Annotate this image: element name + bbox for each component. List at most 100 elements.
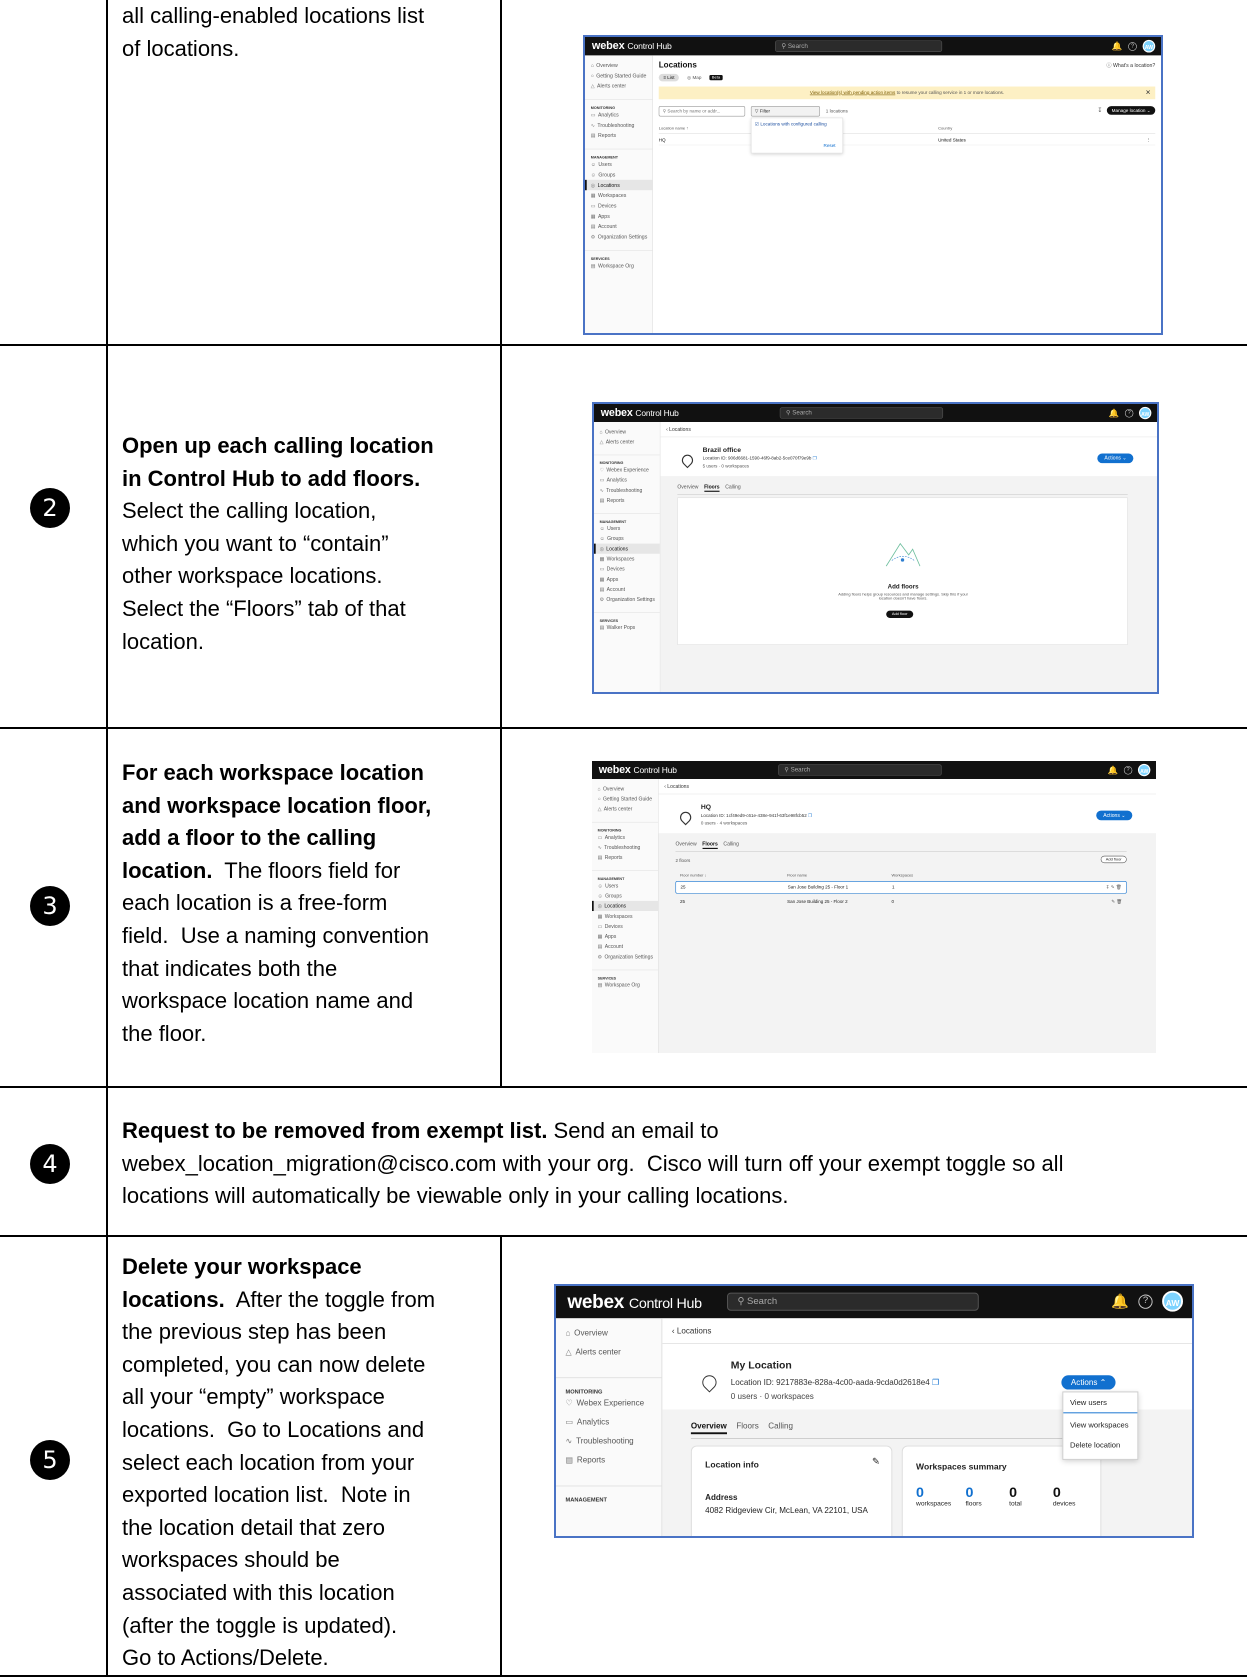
sidebar-item-users[interactable]: ☺ Users [592, 881, 658, 891]
avatar[interactable]: AW [1137, 763, 1151, 777]
sidebar-item-reports[interactable]: ▤ Reports [556, 1451, 661, 1470]
download-icon[interactable]: ↧ [1097, 107, 1102, 113]
sidebar-item-overview[interactable]: ⌂ Overview [592, 784, 658, 794]
sidebar-item-apps[interactable]: ▦ Apps [585, 211, 652, 221]
row-actions-icons[interactable]: ✎ 🗑 [1111, 896, 1122, 907]
sidebar-item-account[interactable]: ▤ Account [585, 221, 652, 231]
breadcrumb[interactable]: ‹ Locations [660, 422, 1157, 438]
copy-icon[interactable]: ❐ [813, 456, 817, 461]
menu-item-view-workspaces[interactable]: View workspaces [1063, 1413, 1137, 1433]
avatar[interactable]: AW [1142, 39, 1156, 53]
actions-button[interactable]: Actions ⌄ [1096, 810, 1133, 821]
sidebar-item-analytics[interactable]: ▭ Analytics [556, 1413, 661, 1432]
sidebar-item-apps[interactable]: ▦ Apps [592, 931, 658, 941]
sidebar-item-workspace-org[interactable]: ▤ Workspace Org [585, 260, 652, 270]
search-input[interactable]: ⚲ Search [778, 764, 942, 776]
bell-icon[interactable]: 🔔 [1109, 408, 1120, 419]
tab-overview[interactable]: Overview [690, 1421, 727, 1435]
avatar[interactable]: AW [1162, 1290, 1183, 1312]
sidebar-item-reports[interactable]: ▤ Reports [592, 852, 658, 862]
tab-overview[interactable]: Overview [677, 484, 698, 492]
sidebar-item-groups[interactable]: ☺ Groups [585, 169, 652, 179]
bell-icon[interactable]: 🔔 [1112, 41, 1123, 52]
bell-icon[interactable]: 🔔 [1111, 1293, 1129, 1310]
sidebar-item-troubleshooting[interactable]: ∿ Troubleshooting [592, 842, 658, 852]
sidebar-item-alerts[interactable]: △ Alerts center [594, 437, 660, 447]
search-input[interactable]: ⚲ Search [779, 407, 944, 419]
tab-calling[interactable]: Calling [725, 484, 740, 492]
sidebar-item-analytics[interactable]: ▭ Analytics [592, 832, 658, 842]
sidebar-item-org-settings[interactable]: ⚙ Organization Settings [592, 952, 658, 962]
whats-link[interactable]: ⓘ What's a location? [1106, 61, 1155, 68]
sidebar-item-workspaces[interactable]: ▦ Workspaces [592, 911, 658, 921]
sidebar-item-reports[interactable]: ▤ Reports [594, 495, 660, 505]
sidebar-item-groups[interactable]: ☺ Groups [592, 891, 658, 901]
bell-icon[interactable]: 🔔 [1108, 765, 1119, 776]
dropdown-item-configured-calling[interactable]: ☑ Locations with configured calling [751, 118, 842, 130]
reset-link[interactable]: Reset [824, 143, 836, 148]
tab-calling[interactable]: Calling [723, 841, 739, 849]
table-row[interactable]: 25 San Jose Building 25 - Floor 20 ✎ 🗑 [675, 896, 1126, 908]
sidebar-item-getting-started[interactable]: ○ Getting Started Guide [592, 794, 658, 804]
search-field[interactable]: ⚲ Search by name or addr... [658, 106, 746, 117]
sidebar-item-users[interactable]: ☺ Users [585, 159, 652, 169]
banner-link[interactable]: View location(s) with pending action ite… [810, 90, 895, 95]
sidebar-item-troubleshooting[interactable]: ∿ Troubleshooting [556, 1432, 661, 1451]
sidebar-item-walker-pops[interactable]: ▤ Walker Pops [594, 622, 660, 632]
sidebar-item-getting-started[interactable]: ○ Getting Started Guide [585, 70, 652, 80]
sidebar-item-devices[interactable]: ▭ Devices [594, 564, 660, 574]
menu-item-delete-location[interactable]: Delete location [1063, 1433, 1137, 1453]
sidebar-item-webex-experience[interactable]: ♡ Webex Experience [556, 1394, 661, 1413]
tab-list[interactable]: ≡ List [658, 73, 680, 82]
sidebar-item-org-settings[interactable]: ⚙ Organization Settings [594, 594, 660, 604]
sidebar-item-analytics[interactable]: ▭ Analytics [585, 110, 652, 120]
manage-location-button[interactable]: Manage location ⌄ [1107, 106, 1156, 115]
sidebar-item-locations[interactable]: ◎ Locations [592, 900, 658, 912]
actions-button[interactable]: Actions ⌃ [1061, 1375, 1116, 1390]
copy-icon[interactable]: ❐ [932, 1377, 939, 1387]
add-floor-button[interactable]: Add floor [1100, 855, 1127, 864]
sidebar-item-alerts[interactable]: △ Alerts center [556, 1343, 661, 1362]
sidebar-item-troubleshooting[interactable]: ∿ Troubleshooting [594, 485, 660, 495]
tab-floors[interactable]: Floors [702, 841, 718, 849]
sidebar-item-analytics[interactable]: ▭ Analytics [594, 475, 660, 485]
sidebar-item-locations[interactable]: ◎ Locations [585, 179, 653, 191]
help-icon[interactable]: ? [1124, 408, 1134, 418]
tab-overview[interactable]: Overview [675, 841, 696, 849]
sidebar-item-account[interactable]: ▤ Account [594, 584, 660, 594]
sidebar-item-users[interactable]: ☺ Users [594, 523, 660, 533]
sidebar-item-alerts[interactable]: △ Alerts center [585, 81, 652, 91]
row-actions-icons[interactable]: ↧ ✎ 🗑 [1106, 882, 1122, 893]
tab-calling[interactable]: Calling [768, 1421, 793, 1434]
tab-floors[interactable]: Floors [704, 484, 720, 492]
actions-button[interactable]: Actions ⌄ [1097, 453, 1134, 464]
sidebar-item-account[interactable]: ▤ Account [592, 941, 658, 951]
tab-floors[interactable]: Floors [736, 1421, 758, 1434]
search-input[interactable]: ⚲ Search [727, 1292, 979, 1311]
avatar[interactable]: AW [1138, 406, 1152, 420]
table-row[interactable]: 25 San Jose Building 25 - Floor 11 ↧ ✎ 🗑 [675, 881, 1127, 894]
add-floor-button[interactable]: Add floor [886, 610, 914, 618]
close-icon[interactable]: ✕ [1145, 87, 1150, 100]
filter-button[interactable]: ▽ Filter [750, 106, 821, 117]
help-icon[interactable]: ? [1138, 1294, 1153, 1309]
sidebar-item-workspaces[interactable]: ▦ Workspaces [585, 190, 652, 200]
sidebar-item-workspaces[interactable]: ▦ Workspaces [594, 554, 660, 564]
sidebar-item-overview[interactable]: ⌂ Overview [585, 60, 652, 70]
sidebar-item-org-settings[interactable]: ⚙ Organization Settings [585, 232, 652, 242]
more-icon[interactable]: ⋮ [1146, 137, 1151, 142]
copy-icon[interactable]: ❐ [808, 813, 812, 818]
table-row[interactable]: HQ United States ⋮ [658, 137, 1156, 146]
sidebar-item-workspace-org[interactable]: ▤ Workspace Org [592, 980, 658, 990]
menu-item-view-users[interactable]: View users [1063, 1392, 1138, 1414]
sidebar-item-reports[interactable]: ▤ Reports [585, 130, 652, 140]
tab-map[interactable]: ◎ Map [683, 74, 706, 81]
help-icon[interactable]: ? [1123, 765, 1133, 775]
sidebar-item-troubleshooting[interactable]: ∿ Troubleshooting [585, 120, 652, 130]
edit-icon[interactable]: ✎ [872, 1457, 880, 1467]
sidebar-item-overview[interactable]: ⌂ Overview [594, 427, 660, 437]
sidebar-item-locations[interactable]: ◎ Locations [594, 543, 660, 554]
breadcrumb[interactable]: ‹ Locations [658, 779, 1156, 795]
sidebar-item-webex-experience[interactable]: ♡ Webex Experience [594, 465, 660, 475]
sidebar-item-alerts[interactable]: △ Alerts center [592, 804, 658, 814]
